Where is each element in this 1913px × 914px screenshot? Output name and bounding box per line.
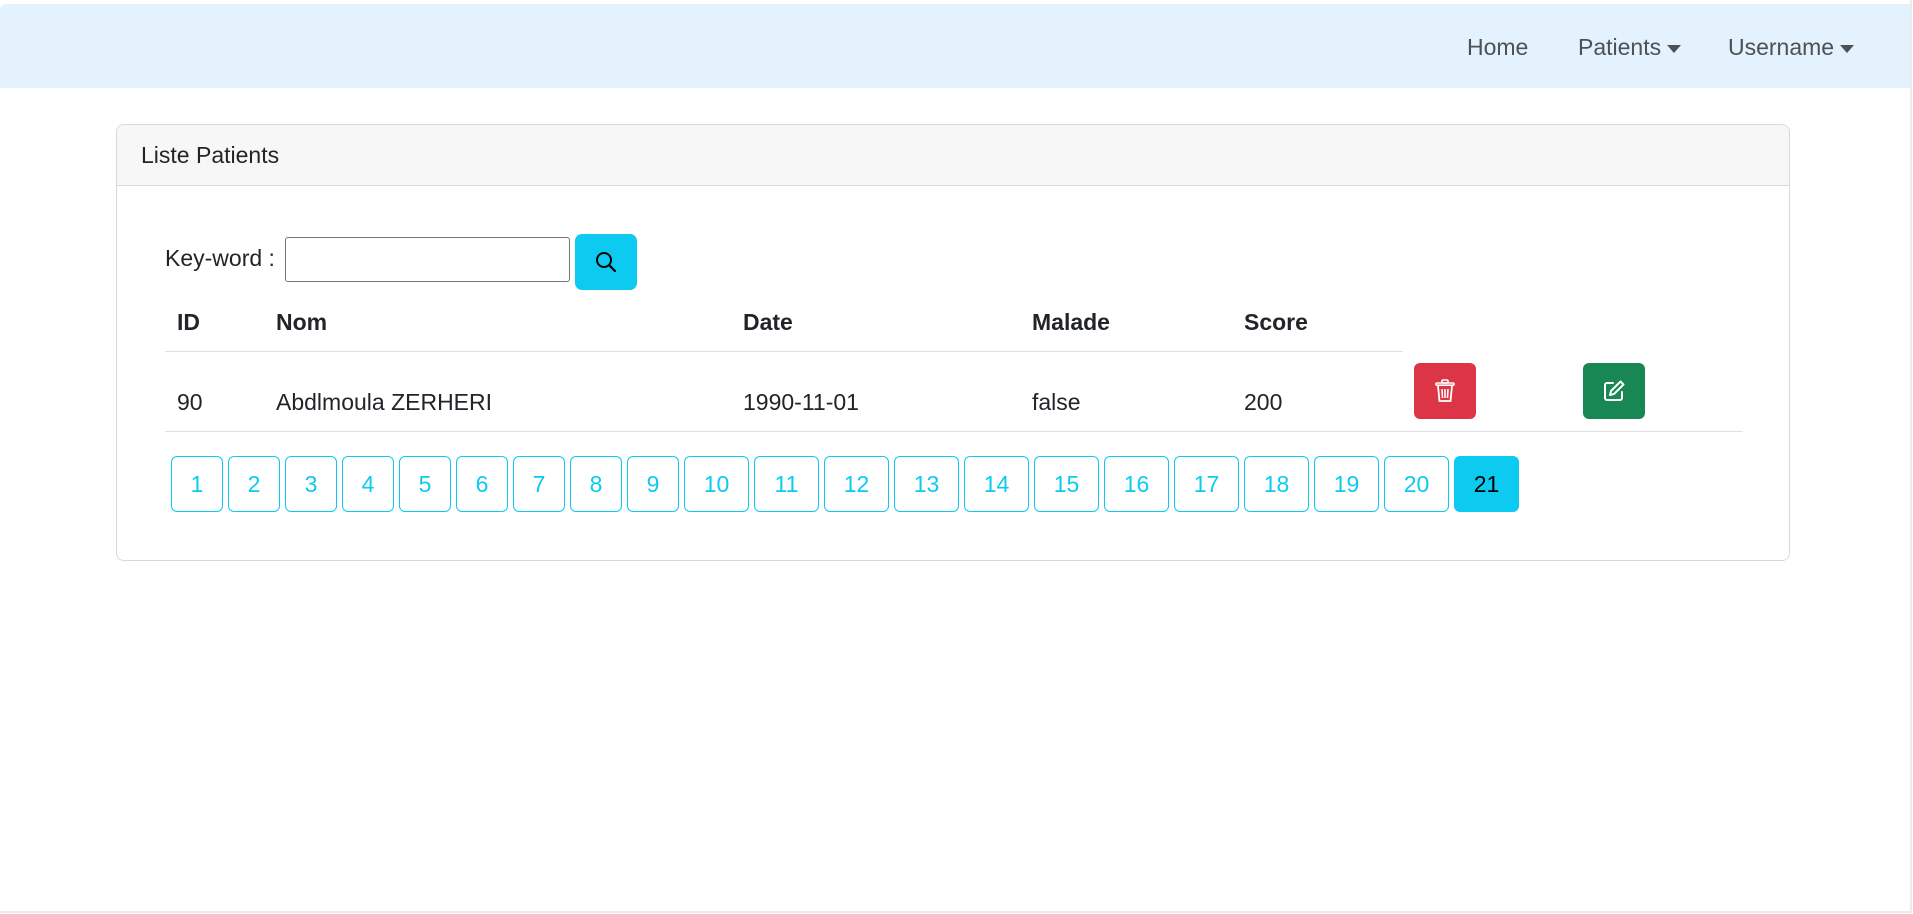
nav-patients-dropdown[interactable]: Patients — [1578, 34, 1682, 61]
page-button-1[interactable]: 1 — [171, 456, 223, 512]
table-row-divider — [165, 431, 1743, 432]
delete-button[interactable] — [1414, 363, 1476, 419]
page-button-13[interactable]: 13 — [894, 456, 959, 512]
patients-card: Liste Patients Key-word : ID Nom Date Ma… — [116, 124, 1790, 561]
col-header-malade: Malade — [1032, 309, 1110, 335]
nav-patients-label: Patients — [1578, 34, 1662, 60]
page-button-18[interactable]: 18 — [1244, 456, 1309, 512]
nav-home-label: Home — [1467, 34, 1529, 60]
caret-down-icon — [1667, 44, 1682, 53]
page-button-7[interactable]: 7 — [513, 456, 565, 512]
page-button-17[interactable]: 17 — [1174, 456, 1239, 512]
page-button-15[interactable]: 15 — [1034, 456, 1099, 512]
cell-score: 200 — [1244, 389, 1283, 415]
edit-icon — [1604, 380, 1625, 401]
page-button-10[interactable]: 10 — [684, 456, 749, 512]
cell-id: 90 — [177, 389, 203, 415]
page-button-16[interactable]: 16 — [1104, 456, 1169, 512]
page-button-8[interactable]: 8 — [570, 456, 622, 512]
nav-home-link[interactable]: Home — [1467, 34, 1528, 61]
card-title: Liste Patients — [141, 141, 280, 168]
page-button-9[interactable]: 9 — [627, 456, 679, 512]
table-header-divider — [165, 351, 1403, 352]
edit-button[interactable] — [1583, 363, 1645, 419]
page-button-21-active[interactable]: 21 — [1454, 456, 1519, 512]
search-icon — [596, 252, 617, 273]
cell-malade: false — [1032, 389, 1081, 415]
page-button-14[interactable]: 14 — [964, 456, 1029, 512]
nav-username-label: Username — [1728, 34, 1835, 60]
page-button-12[interactable]: 12 — [824, 456, 889, 512]
page-button-20[interactable]: 20 — [1384, 456, 1449, 512]
pagination: 1 2 3 4 5 6 7 8 9 10 11 12 13 14 15 16 1… — [171, 456, 1519, 512]
col-header-score: Score — [1244, 309, 1308, 335]
page-button-6[interactable]: 6 — [456, 456, 508, 512]
search-label: Key-word : — [165, 245, 275, 271]
caret-down-icon — [1840, 44, 1855, 53]
page-button-11[interactable]: 11 — [754, 456, 819, 512]
cell-nom: Abdlmoula ZERHERI — [276, 389, 493, 415]
nav-username-dropdown[interactable]: Username — [1728, 34, 1855, 61]
col-header-date: Date — [743, 309, 793, 335]
page-button-2[interactable]: 2 — [228, 456, 280, 512]
trash-icon — [1435, 379, 1455, 402]
page-button-5[interactable]: 5 — [399, 456, 451, 512]
page-button-3[interactable]: 3 — [285, 456, 337, 512]
card-header: Liste Patients — [117, 125, 1789, 186]
navbar: Home Patients Username — [0, 4, 1910, 88]
cell-date: 1990-11-01 — [743, 389, 859, 415]
search-button[interactable] — [575, 234, 637, 290]
search-input[interactable] — [285, 237, 570, 282]
page-button-19[interactable]: 19 — [1314, 456, 1379, 512]
col-header-id: ID — [177, 309, 200, 335]
page-button-4[interactable]: 4 — [342, 456, 394, 512]
col-header-nom: Nom — [276, 309, 328, 335]
